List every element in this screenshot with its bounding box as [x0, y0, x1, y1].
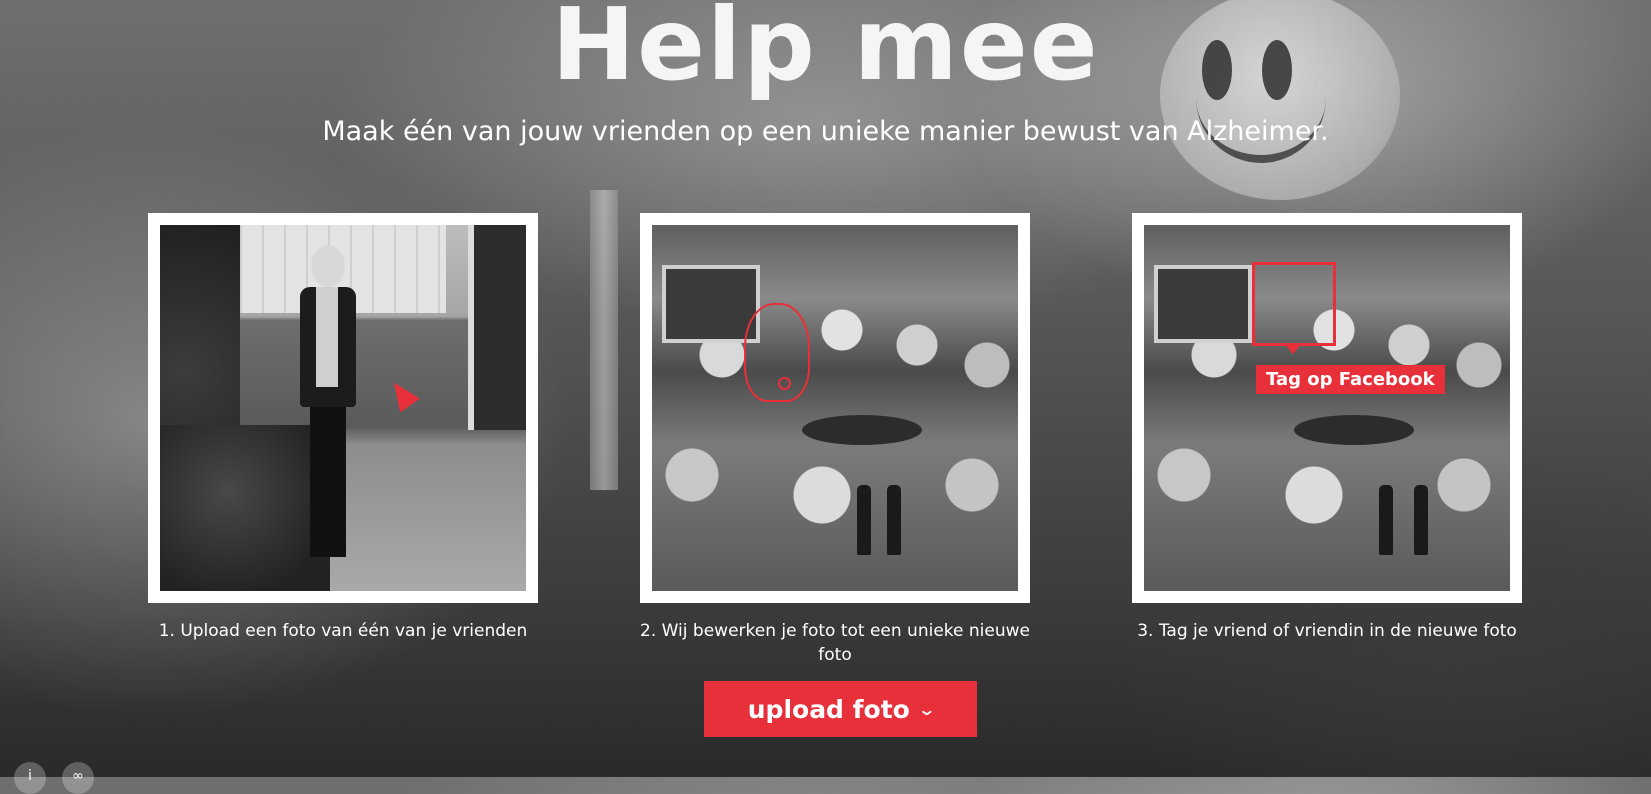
step-1-photo — [160, 225, 526, 591]
face-outline-dot — [778, 377, 791, 390]
step-3-photo: Tag op Facebook — [1144, 225, 1510, 591]
face-tag-box — [1252, 262, 1336, 346]
step-2: 2. Wij bewerken je foto tot een unieke n… — [640, 213, 1030, 667]
upload-button-label: upload foto — [747, 694, 910, 724]
photo-frame — [148, 213, 538, 603]
step-3: Tag op Facebook 3. Tag je vriend of vrie… — [1132, 213, 1522, 643]
cursor-icon — [384, 375, 420, 413]
step-1: 1. Upload een foto van één van je vriend… — [148, 213, 538, 643]
step-3-caption: 3. Tag je vriend of vriendin in de nieuw… — [1137, 621, 1517, 641]
tag-facebook-label: Tag op Facebook — [1256, 365, 1445, 394]
step-2-photo — [652, 225, 1018, 591]
photo-frame — [640, 213, 1030, 603]
page-subtitle: Maak één van jouw vrienden op een unieke… — [322, 116, 1329, 147]
step-1-caption: 1. Upload een foto van één van je vriend… — [158, 621, 528, 641]
chevron-down-icon: ⌄ — [917, 699, 936, 719]
person-figure — [300, 245, 356, 565]
face-outline — [744, 303, 810, 402]
photo-frame: Tag op Facebook — [1132, 213, 1522, 603]
step-2-caption: 2. Wij bewerken je foto tot een unieke n… — [640, 621, 1030, 665]
tag-pointer-icon — [1284, 343, 1302, 354]
page-title: Help mee — [551, 0, 1100, 103]
background-pillar — [590, 190, 618, 490]
link-icon[interactable]: ∞ — [62, 762, 94, 794]
info-icon[interactable]: i — [14, 762, 46, 794]
upload-photo-button[interactable]: upload foto ⌄ — [704, 681, 977, 737]
